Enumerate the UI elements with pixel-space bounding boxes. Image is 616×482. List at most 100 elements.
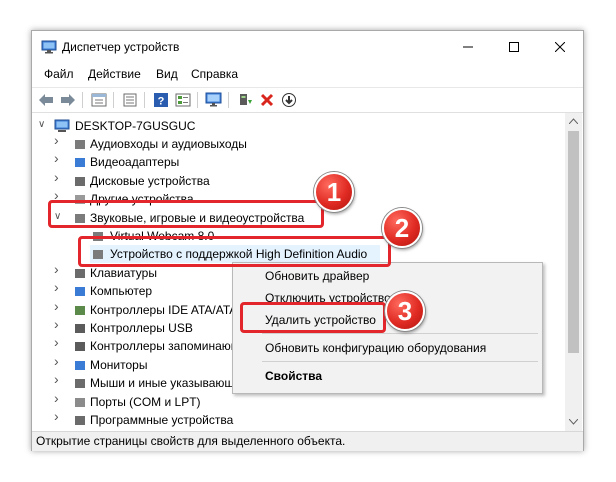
minimize-button[interactable] [445, 31, 491, 63]
menu-view[interactable]: Вид [156, 67, 178, 81]
toolbar-separator [113, 92, 114, 108]
ctx-properties[interactable]: Свойства [265, 369, 322, 383]
expand-chevron-icon[interactable]: › [54, 391, 64, 405]
device-list-button[interactable] [121, 91, 139, 109]
device-category-icon [75, 397, 85, 407]
svg-text:?: ? [158, 96, 165, 108]
device-category-icon [75, 140, 85, 149]
expand-chevron-icon[interactable]: › [54, 188, 64, 202]
expand-chevron-icon[interactable]: › [54, 133, 64, 147]
minimize-icon [463, 46, 473, 48]
tree-category-item[interactable]: › Видеоадаптеры [32, 151, 565, 171]
expand-chevron-icon[interactable]: › [54, 262, 64, 276]
tree-category-item[interactable]: › Аудиовходы и аудиовыходы [32, 133, 565, 153]
status-text: Открытие страницы свойств для выделенног… [36, 434, 346, 448]
enable-device-button[interactable] [280, 91, 298, 109]
tree-item-label: Аудиовходы и аудиовыходы [90, 137, 247, 151]
toolbar-separator [228, 92, 229, 108]
expand-chevron-icon[interactable]: › [54, 372, 64, 386]
expand-chevron-icon[interactable]: › [54, 354, 64, 368]
ctx-separator [262, 333, 538, 334]
expand-chevron-icon[interactable]: › [54, 151, 64, 165]
monitor-icon [205, 92, 222, 107]
forward-button[interactable] [59, 91, 77, 109]
properties-button[interactable] [90, 91, 108, 109]
device-category-icon [75, 176, 85, 186]
tree-item-label: Мониторы [90, 357, 148, 372]
maximize-button[interactable] [491, 31, 537, 63]
device-category-icon [75, 360, 85, 370]
device-category-icon [75, 158, 85, 168]
device-category-icon [75, 305, 85, 315]
tree-item-label: Дисковые устройства [90, 173, 210, 188]
expand-chevron-icon[interactable]: › [54, 317, 64, 331]
menu-help[interactable]: Справка [191, 67, 238, 81]
download-icon [282, 93, 296, 107]
scroll-down-icon[interactable] [569, 419, 578, 425]
expand-chevron-icon[interactable]: › [54, 280, 64, 294]
device-category-icon [75, 287, 85, 297]
ctx-separator [262, 361, 538, 362]
maximize-icon [509, 42, 519, 52]
vertical-scrollbar[interactable] [565, 113, 582, 431]
window-title: Диспетчер устройств [62, 40, 180, 54]
step-badge-1: 1 [314, 172, 354, 212]
highlight-uninstall-item [240, 302, 386, 333]
properties-icon [91, 93, 107, 107]
tree-item-label: Программные устройства [90, 413, 234, 427]
menu-action[interactable]: Действие [88, 67, 141, 81]
expand-chevron-icon[interactable]: › [54, 335, 64, 349]
toolbar: ? [32, 87, 583, 113]
tree-category-item[interactable]: › Дисковые устройства [32, 170, 565, 190]
help-icon: ? [154, 93, 168, 108]
tree-root[interactable]: ∨ DESKTOP-7GUSGUC [32, 117, 565, 135]
toolbar-separator [197, 92, 198, 108]
view-icon [175, 93, 191, 107]
back-arrow-icon [39, 94, 53, 106]
scan-hardware-button[interactable] [205, 91, 223, 109]
scroll-thumb[interactable] [568, 131, 579, 353]
tree-category-item[interactable]: › Порты (COM и LPT) [32, 391, 565, 411]
back-button[interactable] [37, 91, 55, 109]
device-category-icon [75, 342, 85, 352]
tree-root-label: DESKTOP-7GUSGUC [75, 119, 196, 133]
toolbar-separator [144, 92, 145, 108]
title-bar: Диспетчер устройств [32, 31, 583, 63]
scroll-up-icon[interactable] [569, 118, 578, 124]
tree-item-label: Контроллеры IDE ATA/ATAPI [90, 302, 249, 317]
menu-bar: Файл Действие Вид Справка [32, 63, 583, 85]
device-category-icon [75, 416, 85, 425]
view-button[interactable] [174, 91, 192, 109]
close-icon [555, 42, 565, 52]
tree-category-item[interactable]: › Программные устройства [32, 409, 565, 429]
step-badge-2: 2 [382, 208, 422, 248]
expand-chevron-icon[interactable]: › [54, 170, 64, 184]
highlight-hd-audio-device [78, 236, 391, 267]
close-button[interactable] [537, 31, 583, 63]
tree-item-label: Контроллеры USB [90, 321, 193, 335]
help-button[interactable]: ? [152, 91, 170, 109]
device-manager-icon [41, 40, 57, 54]
highlight-sound-category [48, 200, 324, 228]
uninstall-icon [260, 93, 274, 107]
ctx-scan-hardware[interactable]: Обновить конфигурацию оборудования [265, 341, 486, 355]
collapse-chevron-icon[interactable]: ∨ [38, 120, 48, 130]
update-driver-button[interactable] [236, 91, 254, 109]
tree-item-label: Порты (COM и LPT) [90, 394, 201, 409]
device-category-icon [75, 379, 85, 389]
forward-arrow-icon [61, 94, 75, 106]
expand-chevron-icon[interactable]: › [54, 299, 64, 313]
expand-chevron-icon[interactable]: › [54, 409, 64, 423]
status-bar: Открытие страницы свойств для выделенног… [32, 431, 583, 451]
tree-item-label: Компьютер [90, 284, 153, 299]
device-list-icon [123, 93, 137, 107]
tree-item-label: Клавиатуры [90, 265, 157, 280]
tree-item-label: Видеоадаптеры [90, 155, 180, 170]
device-category-icon [75, 268, 85, 278]
update-driver-icon [240, 94, 252, 105]
menu-file[interactable]: Файл [44, 67, 74, 81]
device-category-icon [75, 324, 85, 333]
ctx-update-driver[interactable]: Обновить драйвер [265, 269, 369, 283]
step-badge-3: 3 [385, 291, 425, 331]
uninstall-button[interactable] [258, 91, 276, 109]
